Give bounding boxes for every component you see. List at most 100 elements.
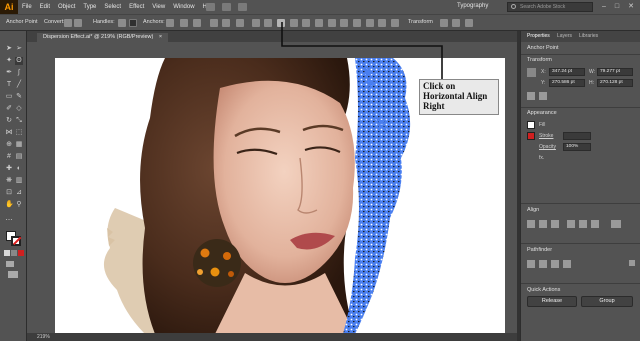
arrange-icon[interactable] (465, 19, 473, 27)
arrange-documents-icon[interactable] (222, 3, 231, 11)
align-left-icon[interactable] (527, 220, 535, 228)
zoom-level[interactable]: 219% (37, 334, 50, 340)
eyedropper-tool-icon[interactable]: ✚ (5, 165, 13, 173)
magic-wand-tool-icon[interactable]: ✦ (5, 57, 13, 65)
gradient-tool-icon[interactable]: ▤ (15, 153, 23, 161)
menu-view[interactable]: View (148, 0, 169, 14)
blend-tool-icon[interactable]: ◐ (15, 165, 23, 173)
menu-object[interactable]: Object (54, 0, 79, 14)
tab-properties[interactable]: Properties (527, 33, 550, 39)
align-center-icon[interactable] (539, 220, 547, 228)
zoom-tool-icon[interactable]: ⚲ (15, 201, 23, 209)
slice-tool-icon[interactable]: ⊿ (15, 189, 23, 197)
minimize-button[interactable]: – (599, 2, 609, 12)
gradient-mode-icon[interactable] (11, 250, 17, 256)
opacity-field[interactable]: 100% (563, 143, 591, 151)
document-tab[interactable]: Dispersion Effect.ai* @ 219% (RGB/Previe… (37, 33, 169, 42)
menu-edit[interactable]: Edit (36, 0, 54, 14)
stroke-label[interactable]: Stroke (539, 133, 553, 139)
minus-front-icon[interactable] (539, 260, 547, 268)
symbol-sprayer-tool-icon[interactable]: ❋ (5, 177, 13, 185)
curvature-tool-icon[interactable]: ∫ (15, 69, 23, 77)
connect-anchors-icon[interactable] (180, 19, 188, 27)
search-input[interactable]: Search Adobe Stock (507, 2, 593, 12)
stroke-swatch[interactable] (11, 236, 22, 246)
pen-tool-icon[interactable]: ✒ (5, 69, 13, 77)
hide-handles-icon[interactable] (129, 19, 137, 27)
workspace-switcher[interactable]: Typography (457, 3, 488, 9)
horizontal-align-left-icon[interactable] (252, 19, 260, 27)
eraser-tool-icon[interactable]: ◇ (15, 105, 23, 113)
rectangle-tool-icon[interactable]: ▭ (5, 93, 13, 101)
divider (521, 54, 640, 55)
y-field[interactable]: 270.586 pt (549, 79, 585, 87)
hand-tool-icon[interactable]: ✋ (5, 201, 14, 209)
rotate-tool-icon[interactable]: ↻ (5, 117, 13, 125)
selection-tool-icon[interactable]: ➤ (5, 45, 13, 53)
draw-mode-icon[interactable] (6, 261, 14, 267)
close-window-button[interactable]: ✕ (626, 2, 636, 12)
tab-libraries[interactable]: Libraries (579, 33, 598, 39)
workspace-icon[interactable] (238, 3, 247, 11)
menu-type[interactable]: Type (79, 0, 100, 14)
mesh-tool-icon[interactable]: # (5, 153, 13, 161)
align-top-icon[interactable] (567, 220, 575, 228)
type-tool-icon[interactable]: T (5, 81, 13, 89)
close-tab-icon[interactable]: × (159, 34, 162, 40)
flip-horizontal-icon[interactable] (527, 92, 535, 100)
exclude-icon[interactable] (563, 260, 571, 268)
lasso-tool-icon[interactable]: ʘ (15, 57, 23, 65)
h-field[interactable]: 270.128 pt (597, 79, 633, 87)
recolor-icon[interactable] (222, 19, 230, 27)
stroke-color-swatch[interactable] (527, 132, 535, 140)
intersect-icon[interactable] (551, 260, 559, 268)
release-button[interactable]: Release (527, 296, 577, 307)
more-options-icon[interactable] (629, 260, 635, 266)
reference-point-icon[interactable] (527, 68, 536, 77)
graph-tool-icon[interactable]: ▥ (15, 177, 23, 185)
free-transform-tool-icon[interactable]: ⬚ (15, 129, 23, 137)
align-middle-icon[interactable] (579, 220, 587, 228)
flip-vertical-icon[interactable] (539, 92, 547, 100)
stroke-weight-field[interactable] (563, 132, 591, 140)
menu-window[interactable]: Window (169, 0, 198, 14)
maximize-button[interactable]: □ (612, 2, 622, 12)
isolate-icon[interactable] (210, 19, 218, 27)
w-field[interactable]: 79.277 pt (597, 68, 633, 76)
perspective-grid-tool-icon[interactable]: ▦ (15, 141, 23, 149)
line-tool-icon[interactable]: ╱ (15, 81, 23, 89)
bridge-icon[interactable] (206, 3, 215, 11)
align-to-selection-icon[interactable] (611, 220, 621, 228)
tab-layers[interactable]: Layers (557, 33, 572, 39)
artboard-tool-icon[interactable]: ⊡ (5, 189, 13, 197)
fill-none-swatch[interactable] (527, 121, 535, 129)
edit-toolbar-icon[interactable]: ⋯ (5, 217, 13, 225)
unite-icon[interactable] (527, 260, 535, 268)
tools-panel: ➤ ➢ ✦ ʘ ✒ ∫ T ╱ ▭ ✎ ✐ ◇ ↻ ⤡ ⋈ ⬚ ⊕ ▦ # ▤ … (0, 31, 27, 341)
convert-corner-icon[interactable] (64, 19, 72, 27)
opacity-label[interactable]: Opacity (539, 144, 556, 150)
shaper-tool-icon[interactable]: ✐ (5, 105, 13, 113)
x-field[interactable]: 347.24 pt (549, 68, 585, 76)
cut-path-icon[interactable] (193, 19, 201, 27)
menu-effect[interactable]: Effect (125, 0, 148, 14)
width-tool-icon[interactable]: ⋈ (5, 129, 13, 137)
divider (521, 283, 640, 284)
remove-anchor-icon[interactable] (166, 19, 174, 27)
fx-button[interactable]: fx. (539, 155, 544, 161)
none-mode-icon[interactable] (18, 250, 24, 256)
color-mode-icon[interactable] (4, 250, 10, 256)
scale-tool-icon[interactable]: ⤡ (15, 117, 23, 125)
group-button[interactable]: Group (581, 296, 633, 307)
align-right-icon[interactable] (551, 220, 559, 228)
align-to-icon[interactable] (236, 19, 244, 27)
align-bottom-icon[interactable] (591, 220, 599, 228)
paintbrush-tool-icon[interactable]: ✎ (15, 93, 23, 101)
screen-mode-icon[interactable] (8, 271, 18, 278)
menu-file[interactable]: File (18, 0, 36, 14)
convert-smooth-icon[interactable] (74, 19, 82, 27)
shape-builder-tool-icon[interactable]: ⊕ (5, 141, 13, 149)
direct-selection-tool-icon[interactable]: ➢ (15, 45, 23, 53)
show-handles-icon[interactable] (118, 19, 126, 27)
menu-select[interactable]: Select (100, 0, 125, 14)
